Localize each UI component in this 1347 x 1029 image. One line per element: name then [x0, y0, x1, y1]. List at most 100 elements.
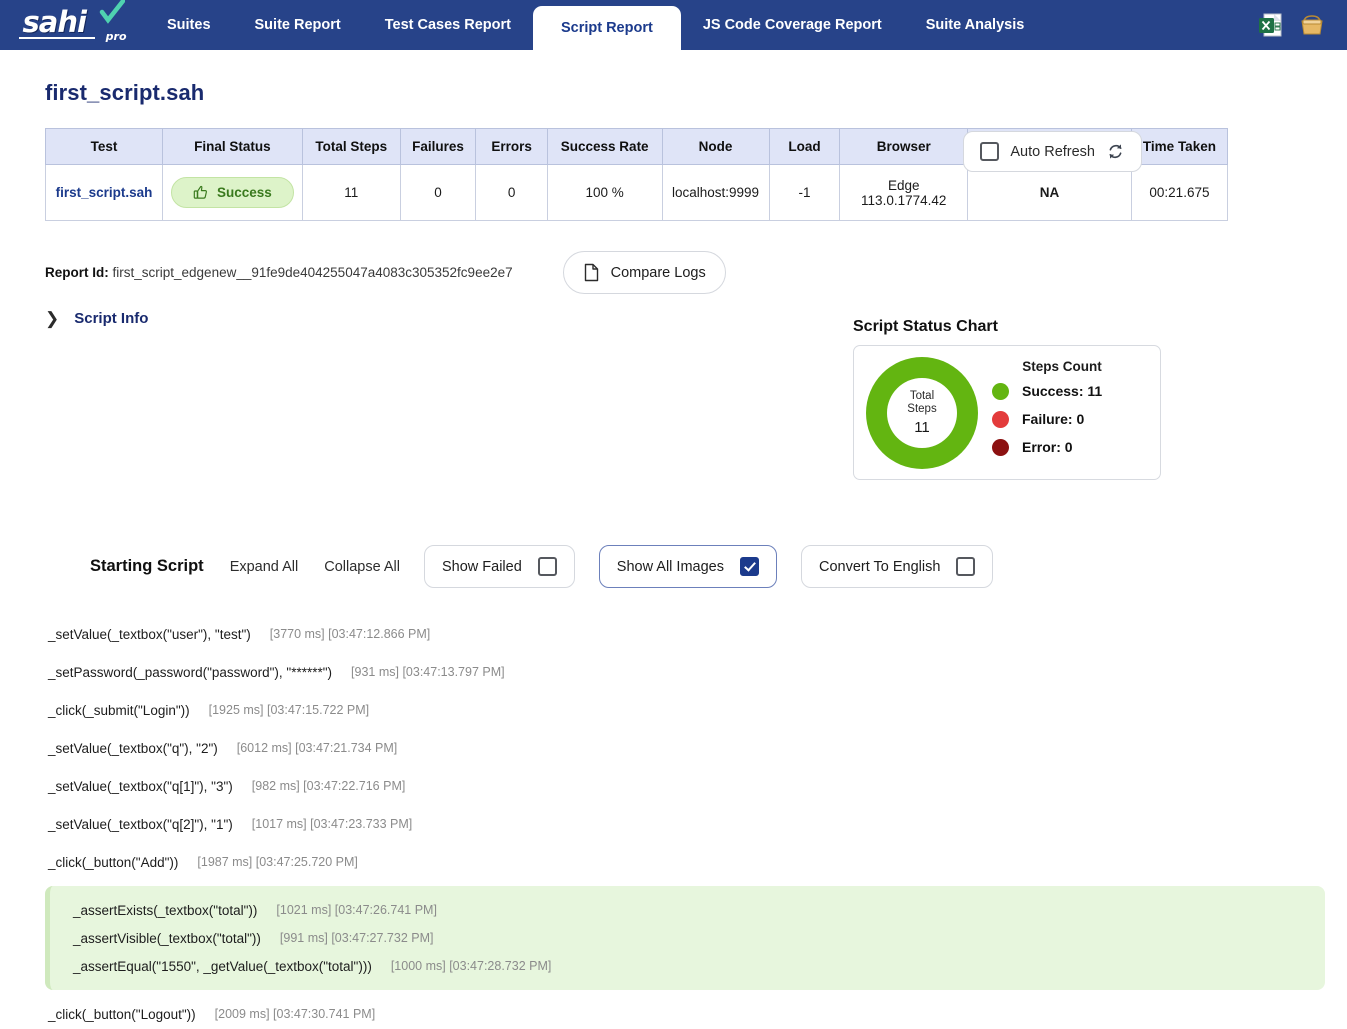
report-id-row: Report Id: first_script_edgenew__91fe9de…: [45, 251, 1347, 294]
script-status-chart-block: Script Status Chart TotalSteps 11 Steps …: [853, 318, 1161, 480]
step-line[interactable]: _click(_button("Logout")) [2009 ms] [03:…: [0, 995, 1347, 1029]
convert-to-english-toggle[interactable]: Convert To English: [801, 545, 993, 588]
nav-icon-group: [1257, 0, 1347, 50]
convert-to-english-checkbox[interactable]: [956, 557, 975, 576]
step-line[interactable]: _setValue(_textbox("q"), "2") [6012 ms] …: [0, 729, 1347, 767]
checkmark-icon: [99, 0, 125, 25]
legend-item-success: Success: 11: [992, 383, 1154, 400]
donut-center-label: TotalSteps: [907, 390, 936, 416]
cell-success-rate: 100 %: [547, 165, 662, 221]
show-all-images-toggle[interactable]: Show All Images: [599, 545, 777, 588]
chart-title: Script Status Chart: [853, 318, 1161, 336]
donut-center-value: 11: [914, 419, 930, 436]
show-failed-toggle[interactable]: Show Failed: [424, 545, 575, 588]
step-line[interactable]: _setValue(_textbox("user"), "test") [377…: [0, 615, 1347, 653]
step-code: _assertVisible(_textbox("total")): [73, 931, 261, 946]
thumbs-up-icon: [193, 185, 208, 200]
step-line[interactable]: _assertVisible(_textbox("total")) [991 m…: [50, 924, 1325, 952]
report-id-value: first_script_edgenew__91fe9de404255047a4…: [113, 265, 513, 280]
step-line[interactable]: _click(_submit("Login")) [1925 ms] [03:4…: [0, 691, 1347, 729]
starting-script-heading: Starting Script: [90, 557, 204, 576]
col-final-status: Final Status: [162, 129, 302, 165]
legend-item-failure: Failure: 0: [992, 411, 1154, 428]
auto-refresh-checkbox[interactable]: [980, 142, 999, 161]
script-info-toggle[interactable]: ❯ Script Info: [45, 310, 148, 327]
step-line[interactable]: _click(_button("Add")) [1987 ms] [03:47:…: [0, 843, 1347, 881]
show-failed-label: Show Failed: [442, 559, 522, 575]
cell-failures: 0: [400, 165, 476, 221]
legend-label-error: Error: 0: [1022, 439, 1073, 455]
status-badge: Success: [171, 177, 294, 208]
step-code: _click(_button("Logout")): [48, 1007, 196, 1022]
nav-tab-script-report[interactable]: Script Report: [533, 6, 681, 50]
archive-box-icon[interactable]: [1299, 12, 1325, 38]
nav-tab-suites[interactable]: Suites: [145, 0, 233, 50]
col-browser: Browser: [840, 129, 968, 165]
page-content: first_script.sah Auto Refresh Test Final…: [0, 50, 1347, 329]
nav-tab-suite-analysis[interactable]: Suite Analysis: [904, 0, 1047, 50]
refresh-icon[interactable]: [1106, 142, 1125, 161]
step-code: _setValue(_textbox("user"), "test"): [48, 627, 251, 642]
legend-title: Steps Count: [992, 359, 1154, 374]
step-meta: [1021 ms] [03:47:26.741 PM]: [276, 903, 437, 917]
script-controls: Starting Script Expand All Collapse All …: [45, 545, 993, 588]
col-node: Node: [662, 129, 769, 165]
donut-chart: TotalSteps 11: [866, 357, 978, 469]
col-failures: Failures: [400, 129, 476, 165]
nav-tab-js-code-coverage-report[interactable]: JS Code Coverage Report: [681, 0, 904, 50]
convert-to-english-label: Convert To English: [819, 559, 940, 575]
cell-errors: 0: [476, 165, 547, 221]
test-link[interactable]: first_script.sah: [56, 185, 153, 200]
legend-dot-success: [992, 383, 1009, 400]
nav-tab-test-cases-report[interactable]: Test Cases Report: [363, 0, 533, 50]
legend-item-error: Error: 0: [992, 439, 1154, 456]
nav-items: Suites Suite Report Test Cases Report Sc…: [145, 0, 1257, 50]
step-code: _click(_submit("Login")): [48, 703, 190, 718]
cell-load: -1: [769, 165, 840, 221]
chart-legend: Steps Count Success: 11 Failure: 0 Error…: [992, 359, 1154, 467]
show-failed-checkbox[interactable]: [538, 557, 557, 576]
report-id-label: Report Id:: [45, 265, 109, 280]
show-all-images-checkbox[interactable]: [740, 557, 759, 576]
step-meta: [982 ms] [03:47:22.716 PM]: [252, 779, 406, 793]
step-code: _setValue(_textbox("q"), "2"): [48, 741, 218, 756]
expand-all-button[interactable]: Expand All: [230, 559, 299, 575]
cell-test: first_script.sah: [46, 165, 163, 221]
auto-refresh-button[interactable]: Auto Refresh: [963, 131, 1142, 172]
step-meta: [991 ms] [03:47:27.732 PM]: [280, 931, 434, 945]
page-title: first_script.sah: [45, 80, 204, 106]
step-meta: [1987 ms] [03:47:25.720 PM]: [197, 855, 358, 869]
step-line[interactable]: _setValue(_textbox("q[1]"), "3") [982 ms…: [0, 767, 1347, 805]
script-info-label: Script Info: [74, 310, 148, 327]
step-code: _click(_button("Add")): [48, 855, 178, 870]
legend-label-success: Success: 11: [1022, 383, 1102, 399]
top-navbar: sahi pro Suites Suite Report Test Cases …: [0, 0, 1347, 50]
chevron-right-icon: ❯: [45, 310, 59, 327]
compare-logs-button[interactable]: Compare Logs: [563, 251, 726, 294]
cell-node: localhost:9999: [662, 165, 769, 221]
step-line[interactable]: _assertEqual("1550", _getValue(_textbox(…: [50, 952, 1325, 980]
donut-center: TotalSteps 11: [887, 378, 957, 448]
table-row: first_script.sah Success 11 0 0 100 % lo…: [46, 165, 1228, 221]
cell-total-steps: 11: [302, 165, 400, 221]
document-icon: [583, 263, 600, 282]
sahi-logo[interactable]: sahi pro: [0, 0, 145, 50]
script-steps-list: _setValue(_textbox("user"), "test") [377…: [0, 615, 1347, 1029]
step-line[interactable]: _assertExists(_textbox("total")) [1021 m…: [50, 896, 1325, 924]
auto-refresh-label: Auto Refresh: [1010, 144, 1095, 160]
step-code: _assertEqual("1550", _getValue(_textbox(…: [73, 959, 372, 974]
cell-time-taken: 00:21.675: [1131, 165, 1227, 221]
compare-logs-label: Compare Logs: [611, 265, 706, 281]
cell-browser: Edge 113.0.1774.42: [840, 165, 968, 221]
nav-tab-suite-report[interactable]: Suite Report: [233, 0, 363, 50]
step-code: _assertExists(_textbox("total")): [73, 903, 257, 918]
step-code: _setValue(_textbox("q[2]"), "1"): [48, 817, 233, 832]
step-meta: [1925 ms] [03:47:15.722 PM]: [209, 703, 370, 717]
collapse-all-button[interactable]: Collapse All: [324, 559, 400, 575]
step-line[interactable]: _setPassword(_password("password"), "***…: [0, 653, 1347, 691]
step-line[interactable]: _setValue(_textbox("q[2]"), "1") [1017 m…: [0, 805, 1347, 843]
step-meta: [6012 ms] [03:47:21.734 PM]: [237, 741, 398, 755]
legend-dot-failure: [992, 411, 1009, 428]
assertion-group: _assertExists(_textbox("total")) [1021 m…: [45, 886, 1325, 990]
excel-export-icon[interactable]: [1257, 12, 1283, 38]
